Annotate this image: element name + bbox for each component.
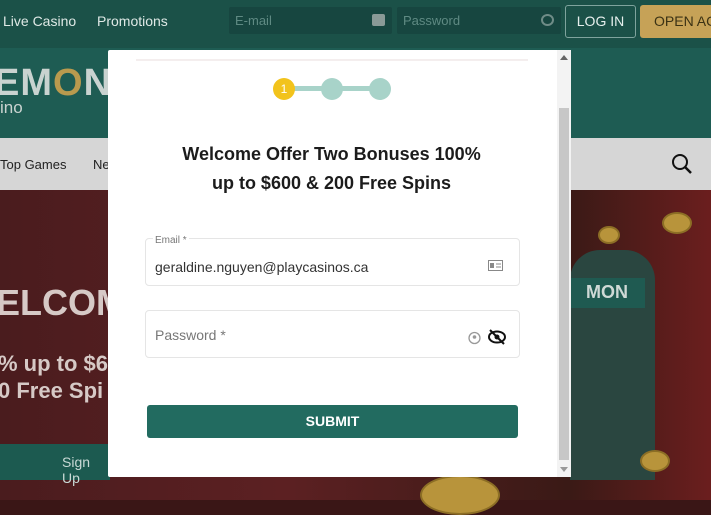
- email-value: geraldine.nguyen@playcasinos.ca: [155, 259, 369, 275]
- modal-title: Welcome Offer Two Bonuses 100% up to $60…: [108, 140, 555, 198]
- nav-live-casino[interactable]: Live Casino: [3, 13, 76, 29]
- logo-subtitle: ino: [0, 98, 23, 117]
- hero-offer-line2: 0 Free Spi: [0, 378, 104, 403]
- submit-button[interactable]: SUBMIT: [147, 405, 518, 438]
- coin-image: [662, 212, 692, 234]
- coin-image: [420, 475, 500, 515]
- password-placeholder: Password *: [155, 327, 226, 343]
- search-icon[interactable]: [671, 153, 693, 175]
- contact-card-icon: [488, 260, 503, 271]
- nav-promotions[interactable]: Promotions: [97, 13, 168, 29]
- scroll-up-arrow-icon[interactable]: [560, 55, 568, 60]
- password-field[interactable]: Password *: [145, 310, 520, 358]
- step-2: [321, 78, 343, 100]
- nav-top-games[interactable]: Top Games: [0, 157, 66, 172]
- slot-machine-image: MON: [570, 250, 655, 480]
- slot-logo: MON: [570, 278, 645, 308]
- step-1: 1: [273, 78, 295, 100]
- top-bar: Live Casino Promotions E-mail Password L…: [0, 0, 711, 48]
- signup-modal: 1 Welcome Offer Two Bonuses 100% up to $…: [108, 50, 571, 477]
- header-password-input[interactable]: Password: [397, 7, 561, 34]
- coin-image: [598, 226, 620, 244]
- open-account-button[interactable]: OPEN ACC: [640, 5, 711, 38]
- key-icon: [541, 14, 554, 26]
- divider: [136, 59, 528, 61]
- title-line1: Welcome Offer Two Bonuses 100%: [182, 144, 481, 164]
- logo-o: O: [53, 62, 84, 104]
- email-placeholder: E-mail: [235, 13, 272, 28]
- scroll-down-arrow-icon[interactable]: [560, 467, 568, 472]
- eye-off-icon[interactable]: [487, 328, 507, 346]
- password-placeholder: Password: [403, 13, 461, 28]
- email-field[interactable]: Email * geraldine.nguyen@playcasinos.ca: [145, 235, 520, 286]
- title-line2: up to $600 & 200 Free Spins: [211, 173, 452, 193]
- password-manager-icon: [468, 331, 481, 345]
- autofill-card-icon: [372, 14, 385, 26]
- signup-button[interactable]: Sign Up: [0, 444, 110, 486]
- step-3: [369, 78, 391, 100]
- coin-image: [640, 450, 670, 472]
- modal-scrollbar[interactable]: [557, 50, 571, 477]
- email-label: Email *: [153, 235, 189, 246]
- scrollbar-thumb[interactable]: [559, 108, 569, 460]
- hero-offer: % up to $60 0 Free Spi: [0, 350, 120, 404]
- header-email-input[interactable]: E-mail: [229, 7, 392, 34]
- login-button[interactable]: LOG IN: [565, 5, 636, 38]
- step-indicator: 1: [273, 78, 393, 100]
- hero-offer-line1: % up to $60: [0, 351, 121, 376]
